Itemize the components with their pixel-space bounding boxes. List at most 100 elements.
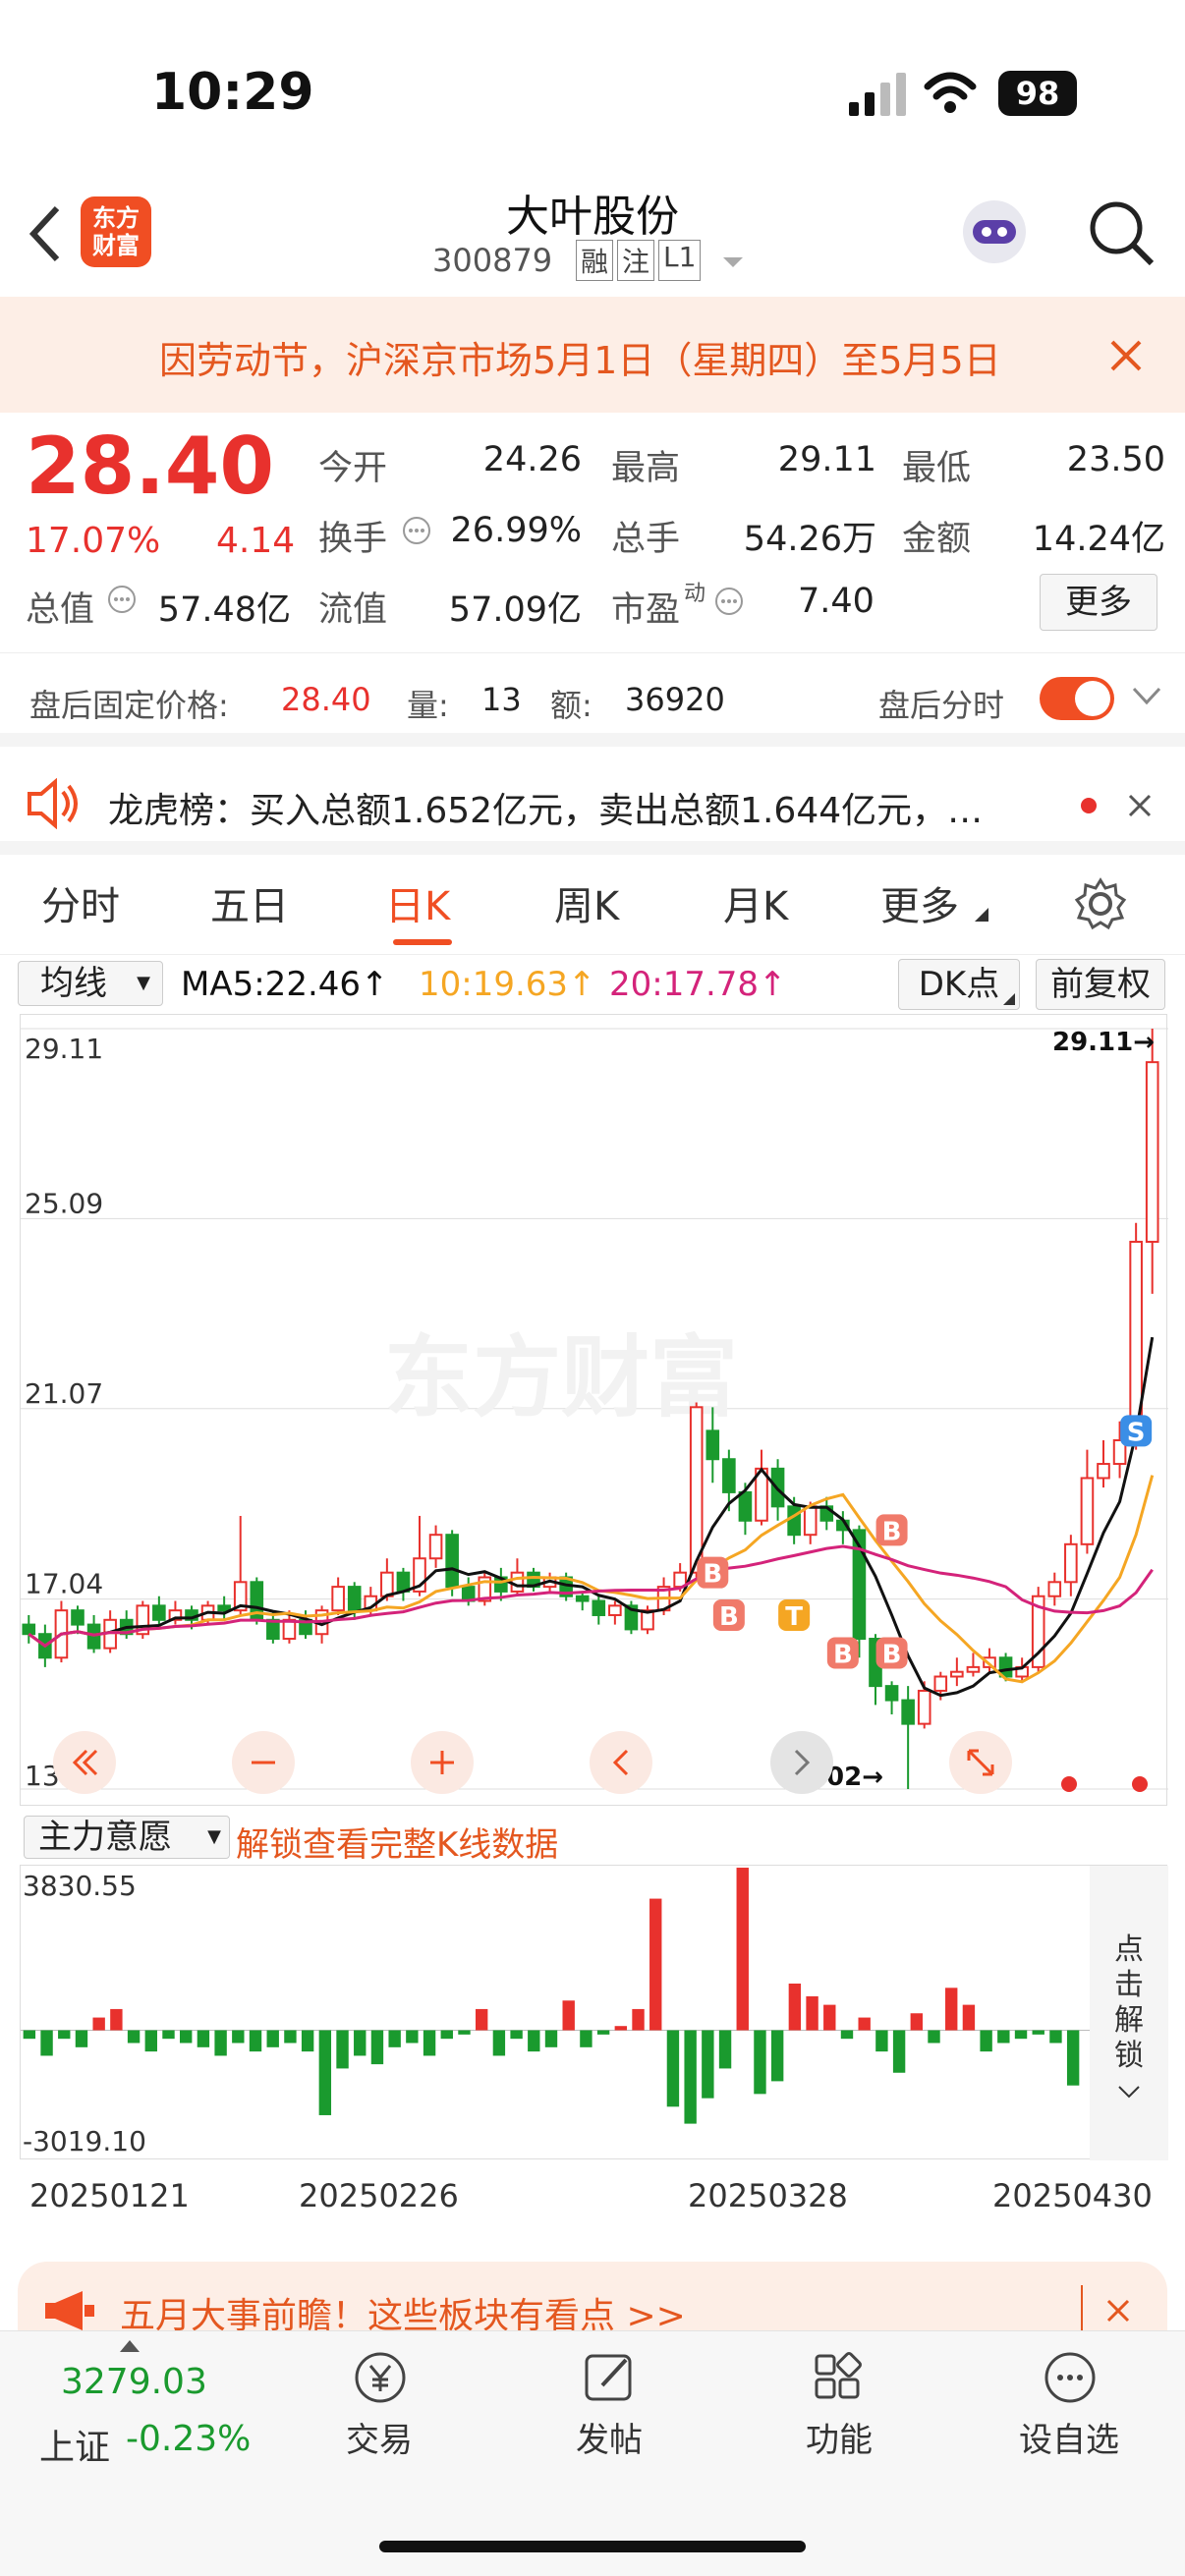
info-icon[interactable]: [401, 515, 432, 546]
main-force-bar: [370, 2030, 384, 2065]
index-value[interactable]: 3279.03: [61, 2362, 207, 2402]
main-force-bar: [736, 1868, 749, 2031]
main-force-bar: [162, 2030, 175, 2040]
zoom-in-button[interactable]: [411, 1731, 474, 1794]
unlock-kline-link[interactable]: 解锁查看完整K线数据: [236, 1818, 558, 1866]
nav-post-label: 发帖: [576, 2421, 643, 2460]
zoom-out-button[interactable]: [232, 1731, 295, 1794]
tab-weekly-k[interactable]: 周K: [554, 874, 619, 931]
amount-value: 14.24亿: [1032, 520, 1165, 559]
after-hours-label: 盘后固定价格:: [29, 687, 229, 724]
indicator-select[interactable]: 均线 ▼: [18, 961, 163, 1006]
total-value: 57.48亿: [157, 590, 291, 630]
close-icon[interactable]: [1108, 338, 1144, 373]
zoom-out-full-button[interactable]: [53, 1731, 116, 1794]
main-force-bar: [892, 2030, 906, 2073]
dk-point-button[interactable]: DK点: [898, 959, 1020, 1010]
main-force-bar: [458, 2030, 471, 2035]
adjust-button[interactable]: 前复权: [1036, 959, 1165, 1010]
main-force-bar: [649, 1898, 662, 2031]
ma-legend-row: 均线 ▼ MA5:22.46↑ 10:19.63↑ 20:17.78↑ DK点 前…: [0, 955, 1185, 1012]
close-icon[interactable]: [1104, 2297, 1132, 2324]
main-force-bar: [1014, 2030, 1028, 2040]
more-button[interactable]: 更多: [1040, 574, 1157, 631]
gear-icon[interactable]: [1073, 876, 1128, 931]
pe-superscript: 动: [684, 582, 706, 606]
tab-daily-k[interactable]: 日K: [385, 874, 450, 931]
watermark: 东方财富: [384, 1326, 738, 1429]
after-hours-amt-label: 额:: [550, 687, 592, 724]
main-force-bar: [318, 2030, 332, 2115]
robot-icon[interactable]: [957, 195, 1032, 269]
main-force-bar: [544, 2030, 558, 2047]
candle-body: [705, 1429, 720, 1461]
caret-down-icon[interactable]: [721, 255, 745, 271]
main-force-bar: [40, 2030, 53, 2056]
close-icon[interactable]: [1126, 792, 1154, 819]
scroll-left-button[interactable]: [590, 1731, 652, 1794]
candle-body: [966, 1665, 981, 1673]
pe-value: 7.40: [798, 582, 875, 621]
signal-label: B: [719, 1602, 739, 1632]
caret-icon: [975, 908, 988, 922]
status-bar: 10:29 98: [0, 0, 1185, 177]
candle-body: [22, 1623, 36, 1636]
marker-dot: [1132, 1776, 1148, 1792]
date-tick: 20250226: [299, 2177, 459, 2214]
tab-more[interactable]: 更多: [880, 874, 959, 931]
home-indicator: [379, 2541, 806, 2552]
fullscreen-button[interactable]: [949, 1731, 1012, 1794]
holiday-notice-text: 因劳动节，沪深京市场5月1日（星期四）至5月5日: [159, 339, 1001, 382]
low-value: 23.50: [1066, 440, 1165, 479]
signal-label: T: [785, 1602, 803, 1632]
main-force-bar: [580, 2030, 592, 2047]
nav-post[interactable]: 发帖: [540, 2346, 678, 2461]
tab-five-day[interactable]: 五日: [210, 874, 289, 931]
nav-function-label: 功能: [806, 2421, 873, 2460]
main-force-bar: [492, 2030, 506, 2056]
stock-header: 东方 财富 大叶股份 300879 融 注 L1: [0, 177, 1185, 295]
more-icon: [1044, 2352, 1096, 2403]
index-change[interactable]: -0.23%: [126, 2419, 251, 2459]
main-force-bar: [388, 2030, 401, 2047]
date-tick: 20250328: [688, 2177, 848, 2214]
info-icon[interactable]: [106, 584, 138, 615]
chevron-down-icon[interactable]: [1132, 687, 1161, 706]
main-force-bar: [702, 2030, 714, 2099]
tab-intraday[interactable]: 分时: [41, 874, 120, 931]
signal-label: B: [833, 1640, 853, 1669]
main-force-bar: [910, 2013, 923, 2031]
ma20-line: [28, 1544, 1154, 1649]
after-hours-toggle[interactable]: [1040, 677, 1114, 720]
wifi-icon: [924, 72, 977, 113]
sub-indicator-select[interactable]: 主力意愿 ▼: [24, 1816, 230, 1859]
candle-body: [933, 1675, 948, 1692]
nav-trade[interactable]: 交易: [310, 2346, 448, 2461]
candle-body: [1064, 1542, 1078, 1584]
total-value-label: 总值: [26, 590, 95, 630]
main-force-bar: [75, 2030, 88, 2047]
dragon-tiger-bar[interactable]: 龙虎榜：买入总额1.652亿元，卖出总额1.644亿元，…: [0, 756, 1185, 855]
info-icon[interactable]: [713, 586, 745, 617]
last-price: 28.40: [26, 420, 275, 512]
main-force-chart[interactable]: 3830.55 -3019.10 点击解锁: [20, 1865, 1168, 2160]
search-icon[interactable]: [1085, 196, 1157, 269]
unlock-side-button[interactable]: 点击解锁: [1090, 1866, 1168, 2160]
main-force-bar: [928, 2030, 940, 2044]
high-marker: 29.11→: [1052, 1028, 1155, 1057]
nav-function[interactable]: 功能: [770, 2346, 908, 2461]
tab-monthly-k[interactable]: 月K: [723, 874, 788, 931]
index-name[interactable]: 上证: [39, 2419, 110, 2470]
divider: [1081, 2285, 1083, 2336]
kline-chart[interactable]: 29.1125.0921.0717.0413.02东方财富BBTBBBS29.1…: [20, 1014, 1168, 1806]
ma10-line: [28, 1475, 1155, 1684]
dragon-tiger-text: 龙虎榜：买入总额1.652亿元，卖出总额1.644亿元，…: [108, 791, 984, 831]
after-hours-toggle-label: 盘后分时: [878, 687, 1005, 724]
scroll-right-button[interactable]: [770, 1731, 833, 1794]
candle-body: [738, 1490, 753, 1522]
after-hours-price: 28.40: [281, 681, 371, 718]
main-force-bar: [840, 2030, 854, 2040]
nav-add-watchlist[interactable]: 设自选: [1000, 2346, 1138, 2461]
signal-label: B: [882, 1517, 902, 1546]
float-value: 57.09亿: [448, 590, 582, 630]
